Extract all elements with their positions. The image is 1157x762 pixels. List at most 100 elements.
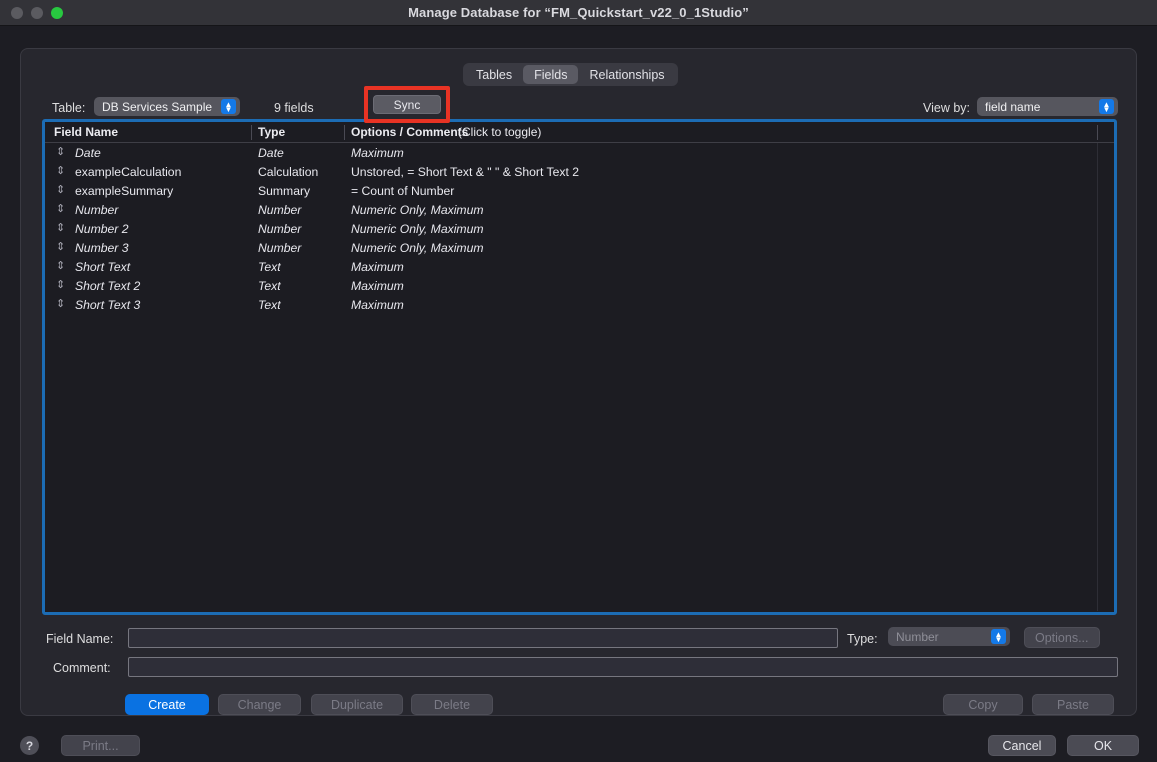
- fields-panel: Table: DB Services Sample D... ▲▼ 9 fiel…: [20, 48, 1137, 716]
- cell-field-name: Date: [75, 145, 101, 160]
- cell-options: Numeric Only, Maximum: [351, 202, 484, 217]
- field-name-label: Field Name:: [46, 632, 114, 646]
- cell-options: Maximum: [351, 259, 404, 274]
- drag-handle-icon[interactable]: ⇕: [56, 147, 65, 158]
- delete-button[interactable]: Delete: [411, 694, 493, 715]
- field-name-input[interactable]: [128, 628, 838, 648]
- table-row[interactable]: ⇕ Number 3 Number Numeric Only, Maximum: [45, 238, 1114, 257]
- title-bar: Manage Database for “FM_Quickstart_v22_0…: [0, 0, 1157, 26]
- options-button[interactable]: Options...: [1024, 627, 1100, 648]
- cell-options: Maximum: [351, 145, 404, 160]
- cell-field-name: exampleCalculation: [75, 164, 182, 179]
- view-by-label: View by:: [923, 101, 971, 115]
- type-select-value: Number: [896, 629, 939, 644]
- tab-bar: Tables Fields Relationships: [463, 63, 678, 86]
- drag-handle-icon[interactable]: ⇕: [56, 166, 65, 177]
- chevron-updown-icon: ▲ ▼: [991, 629, 1006, 644]
- change-button[interactable]: Change: [218, 694, 301, 715]
- cell-type: Number: [258, 240, 302, 255]
- print-button[interactable]: Print...: [61, 735, 140, 756]
- view-by-select[interactable]: field name ▲ ▼: [977, 97, 1118, 116]
- field-list[interactable]: Field Name Type Options / Comments (Clic…: [42, 119, 1117, 615]
- column-divider[interactable]: [251, 125, 252, 140]
- cell-options: Maximum: [351, 297, 404, 312]
- tab-relationships[interactable]: Relationships: [578, 65, 675, 84]
- cell-options: Unstored, = Short Text & " " & Short Tex…: [351, 164, 580, 179]
- type-select[interactable]: Number ▲ ▼: [888, 627, 1010, 646]
- drag-handle-icon[interactable]: ⇕: [56, 261, 65, 272]
- comment-input-text[interactable]: [129, 658, 1117, 676]
- table-row[interactable]: ⇕ exampleCalculation Calculation Unstore…: [45, 162, 1114, 181]
- cell-type: Text: [258, 278, 281, 293]
- table-row[interactable]: ⇕ Short Text 3 Text Maximum: [45, 295, 1114, 314]
- manage-database-window: Manage Database for “FM_Quickstart_v22_0…: [0, 0, 1157, 762]
- drag-handle-icon[interactable]: ⇕: [56, 223, 65, 234]
- column-header-options-comments[interactable]: Options / Comments: [351, 125, 468, 139]
- column-separator: [1097, 143, 1098, 611]
- ok-button[interactable]: OK: [1067, 735, 1139, 756]
- fields-count-label: 9 fields: [274, 101, 314, 115]
- column-divider[interactable]: [1097, 125, 1098, 140]
- minimize-window-icon[interactable]: [31, 7, 43, 19]
- cell-options: Numeric Only, Maximum: [351, 240, 484, 255]
- paste-button[interactable]: Paste: [1032, 694, 1114, 715]
- chevron-updown-icon: ▲ ▼: [221, 99, 236, 114]
- cell-type: Calculation: [258, 164, 319, 179]
- cell-field-name: exampleSummary: [75, 183, 174, 198]
- tab-fields[interactable]: Fields: [523, 65, 579, 84]
- cell-options: = Count of Number: [351, 183, 455, 198]
- drag-handle-icon[interactable]: ⇕: [56, 204, 65, 215]
- zoom-window-icon[interactable]: [51, 7, 63, 19]
- comment-label: Comment:: [53, 661, 111, 675]
- column-header-field-name[interactable]: Field Name: [54, 125, 118, 139]
- cell-field-name: Short Text: [75, 259, 131, 274]
- cell-type: Number: [258, 221, 302, 236]
- tab-tables[interactable]: Tables: [465, 65, 523, 84]
- table-row[interactable]: ⇕ Date Date Maximum: [45, 143, 1114, 162]
- cell-field-name: Number 3: [75, 240, 129, 255]
- column-header-type[interactable]: Type: [258, 125, 285, 139]
- close-window-icon[interactable]: [11, 7, 23, 19]
- comment-input[interactable]: [128, 657, 1118, 677]
- drag-handle-icon[interactable]: ⇕: [56, 299, 65, 310]
- cell-type: Text: [258, 259, 281, 274]
- table-row[interactable]: ⇕ Short Text Text Maximum: [45, 257, 1114, 276]
- field-name-input-text[interactable]: [129, 629, 837, 647]
- cell-field-name: Number 2: [75, 221, 129, 236]
- table-select-value: DB Services Sample D...: [102, 99, 215, 114]
- field-definition-form: Field Name: Comment: Type: Number ▲ ▼ Opt…: [21, 623, 1138, 677]
- cell-field-name: Short Text 2: [75, 278, 141, 293]
- cell-type: Date: [258, 145, 284, 160]
- cell-type: Text: [258, 297, 281, 312]
- view-by-select-value: field name: [985, 99, 1041, 114]
- drag-handle-icon[interactable]: ⇕: [56, 242, 65, 253]
- cell-field-name: Short Text 3: [75, 297, 141, 312]
- help-icon[interactable]: ?: [20, 736, 39, 755]
- table-label: Table:: [52, 101, 86, 115]
- column-divider[interactable]: [344, 125, 345, 140]
- cell-options: Numeric Only, Maximum: [351, 221, 484, 236]
- drag-handle-icon[interactable]: ⇕: [56, 280, 65, 291]
- dialog-footer: ? Print... Cancel OK: [0, 720, 1157, 762]
- table-row[interactable]: ⇕ exampleSummary Summary = Count of Numb…: [45, 181, 1114, 200]
- create-button[interactable]: Create: [125, 694, 209, 715]
- table-row[interactable]: ⇕ Short Text 2 Text Maximum: [45, 276, 1114, 295]
- traffic-light-group: [11, 0, 63, 26]
- table-row[interactable]: ⇕ Number 2 Number Numeric Only, Maximum: [45, 219, 1114, 238]
- field-list-header: Field Name Type Options / Comments (Clic…: [45, 122, 1114, 143]
- column-header-click-to-toggle-hint: (Click to toggle): [458, 125, 542, 139]
- window-title: Manage Database for “FM_Quickstart_v22_0…: [408, 5, 749, 20]
- cell-type: Number: [258, 202, 302, 217]
- field-list-rows: ⇕ Date Date Maximum ⇕ exampleCalculation…: [45, 143, 1114, 611]
- cell-field-name: Number: [75, 202, 119, 217]
- cancel-button[interactable]: Cancel: [988, 735, 1056, 756]
- drag-handle-icon[interactable]: ⇕: [56, 185, 65, 196]
- table-select[interactable]: DB Services Sample D... ▲▼: [94, 97, 240, 116]
- action-buttons-row: Create Change Duplicate Delete Copy Past…: [21, 694, 1138, 718]
- copy-button[interactable]: Copy: [943, 694, 1023, 715]
- duplicate-button[interactable]: Duplicate: [311, 694, 403, 715]
- sync-button-highlight: Sync: [364, 86, 450, 123]
- cell-type: Summary: [258, 183, 311, 198]
- table-row[interactable]: ⇕ Number Number Numeric Only, Maximum: [45, 200, 1114, 219]
- sync-button[interactable]: Sync: [373, 95, 441, 114]
